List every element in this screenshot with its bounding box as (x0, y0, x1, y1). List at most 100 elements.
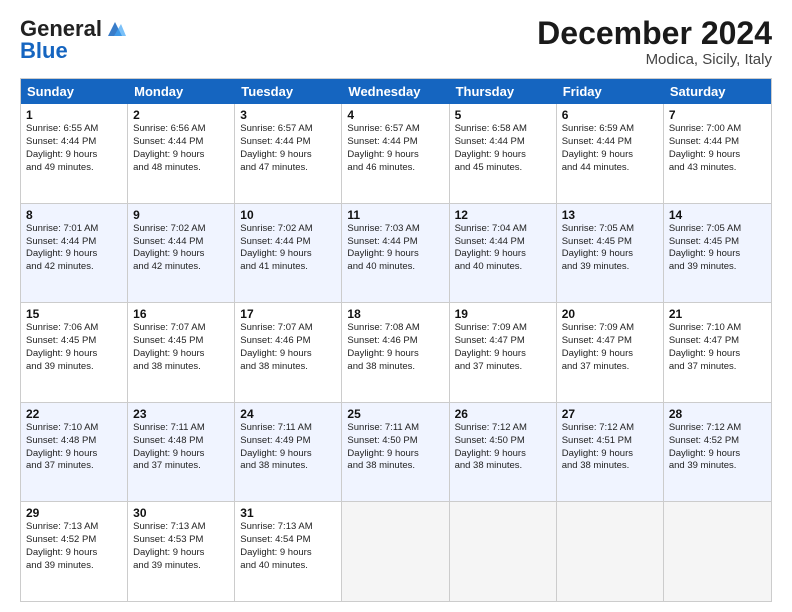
cell-line: Sunset: 4:44 PM (26, 236, 122, 249)
day-number: 7 (669, 108, 766, 122)
cell-line: Daylight: 9 hours (347, 448, 443, 461)
cell-line: Sunrise: 7:05 AM (669, 223, 766, 236)
cell-line: Sunset: 4:53 PM (133, 534, 229, 547)
day-number: 27 (562, 407, 658, 421)
day-number: 5 (455, 108, 551, 122)
cell-line: Sunrise: 7:12 AM (562, 422, 658, 435)
cell-line: and 38 minutes. (347, 460, 443, 473)
day-number: 26 (455, 407, 551, 421)
cell-line: and 46 minutes. (347, 162, 443, 175)
day-number: 17 (240, 307, 336, 321)
cell-line: Sunset: 4:45 PM (669, 236, 766, 249)
cell-line: Sunset: 4:44 PM (347, 236, 443, 249)
cell-line: Daylight: 9 hours (26, 248, 122, 261)
cell-line: Sunset: 4:44 PM (133, 136, 229, 149)
cell-line: Daylight: 9 hours (455, 149, 551, 162)
cell-line: and 37 minutes. (26, 460, 122, 473)
cell-line: and 42 minutes. (133, 261, 229, 274)
cell-line: and 43 minutes. (669, 162, 766, 175)
cell-line: Sunset: 4:49 PM (240, 435, 336, 448)
calendar-header: SundayMondayTuesdayWednesdayThursdayFrid… (21, 79, 771, 104)
cell-line: Sunrise: 7:06 AM (26, 322, 122, 335)
calendar-row-1: 8Sunrise: 7:01 AMSunset: 4:44 PMDaylight… (21, 203, 771, 303)
day-number: 24 (240, 407, 336, 421)
cell-line: and 38 minutes. (347, 361, 443, 374)
day-cell-11: 11Sunrise: 7:03 AMSunset: 4:44 PMDayligh… (342, 204, 449, 303)
cell-line: Sunrise: 7:07 AM (240, 322, 336, 335)
cell-line: Sunset: 4:47 PM (455, 335, 551, 348)
cell-line: Sunrise: 7:10 AM (26, 422, 122, 435)
day-cell-14: 14Sunrise: 7:05 AMSunset: 4:45 PMDayligh… (664, 204, 771, 303)
cell-line: and 38 minutes. (240, 361, 336, 374)
cell-line: Sunset: 4:44 PM (26, 136, 122, 149)
day-cell-1: 1Sunrise: 6:55 AMSunset: 4:44 PMDaylight… (21, 104, 128, 203)
cell-line: Sunset: 4:45 PM (133, 335, 229, 348)
cell-line: Daylight: 9 hours (133, 149, 229, 162)
cell-line: Sunrise: 7:03 AM (347, 223, 443, 236)
header-day-sunday: Sunday (21, 79, 128, 104)
cell-line: Sunrise: 7:10 AM (669, 322, 766, 335)
cell-line: Sunset: 4:47 PM (669, 335, 766, 348)
cell-line: Sunrise: 6:55 AM (26, 123, 122, 136)
day-cell-5: 5Sunrise: 6:58 AMSunset: 4:44 PMDaylight… (450, 104, 557, 203)
day-number: 1 (26, 108, 122, 122)
title-block: December 2024 Modica, Sicily, Italy (537, 16, 772, 68)
logo-blue: Blue (20, 38, 68, 64)
cell-line: Sunset: 4:52 PM (26, 534, 122, 547)
cell-line: Daylight: 9 hours (669, 149, 766, 162)
empty-cell (342, 502, 449, 601)
cell-line: Sunrise: 7:12 AM (455, 422, 551, 435)
cell-line: and 40 minutes. (455, 261, 551, 274)
day-cell-17: 17Sunrise: 7:07 AMSunset: 4:46 PMDayligh… (235, 303, 342, 402)
day-cell-3: 3Sunrise: 6:57 AMSunset: 4:44 PMDaylight… (235, 104, 342, 203)
header-day-wednesday: Wednesday (342, 79, 449, 104)
calendar-row-3: 22Sunrise: 7:10 AMSunset: 4:48 PMDayligh… (21, 402, 771, 502)
cell-line: Sunset: 4:44 PM (669, 136, 766, 149)
day-number: 3 (240, 108, 336, 122)
cell-line: Sunset: 4:51 PM (562, 435, 658, 448)
cell-line: Daylight: 9 hours (669, 248, 766, 261)
calendar-row-4: 29Sunrise: 7:13 AMSunset: 4:52 PMDayligh… (21, 501, 771, 601)
cell-line: and 38 minutes. (133, 361, 229, 374)
cell-line: Sunrise: 6:59 AM (562, 123, 658, 136)
logo: General Blue (20, 16, 126, 64)
cell-line: Sunset: 4:44 PM (562, 136, 658, 149)
calendar: SundayMondayTuesdayWednesdayThursdayFrid… (20, 78, 772, 602)
cell-line: Sunrise: 7:00 AM (669, 123, 766, 136)
cell-line: and 38 minutes. (562, 460, 658, 473)
cell-line: Sunrise: 7:11 AM (133, 422, 229, 435)
calendar-body: 1Sunrise: 6:55 AMSunset: 4:44 PMDaylight… (21, 104, 771, 601)
cell-line: Sunrise: 6:57 AM (240, 123, 336, 136)
day-cell-2: 2Sunrise: 6:56 AMSunset: 4:44 PMDaylight… (128, 104, 235, 203)
logo-icon (104, 18, 126, 40)
day-number: 19 (455, 307, 551, 321)
header-day-tuesday: Tuesday (235, 79, 342, 104)
cell-line: Sunrise: 7:13 AM (133, 521, 229, 534)
cell-line: Sunrise: 7:11 AM (240, 422, 336, 435)
cell-line: and 39 minutes. (669, 261, 766, 274)
cell-line: and 44 minutes. (562, 162, 658, 175)
cell-line: and 39 minutes. (133, 560, 229, 573)
day-cell-20: 20Sunrise: 7:09 AMSunset: 4:47 PMDayligh… (557, 303, 664, 402)
day-number: 15 (26, 307, 122, 321)
day-cell-7: 7Sunrise: 7:00 AMSunset: 4:44 PMDaylight… (664, 104, 771, 203)
day-cell-22: 22Sunrise: 7:10 AMSunset: 4:48 PMDayligh… (21, 403, 128, 502)
cell-line: and 37 minutes. (133, 460, 229, 473)
day-cell-6: 6Sunrise: 6:59 AMSunset: 4:44 PMDaylight… (557, 104, 664, 203)
day-cell-29: 29Sunrise: 7:13 AMSunset: 4:52 PMDayligh… (21, 502, 128, 601)
day-number: 23 (133, 407, 229, 421)
cell-line: Daylight: 9 hours (240, 149, 336, 162)
cell-line: Sunrise: 7:07 AM (133, 322, 229, 335)
cell-line: Daylight: 9 hours (26, 149, 122, 162)
cell-line: Sunset: 4:48 PM (133, 435, 229, 448)
cell-line: Daylight: 9 hours (347, 149, 443, 162)
day-cell-28: 28Sunrise: 7:12 AMSunset: 4:52 PMDayligh… (664, 403, 771, 502)
cell-line: Sunrise: 7:09 AM (455, 322, 551, 335)
cell-line: and 37 minutes. (562, 361, 658, 374)
header: General Blue December 2024 Modica, Sicil… (20, 16, 772, 68)
cell-line: Daylight: 9 hours (669, 448, 766, 461)
calendar-row-2: 15Sunrise: 7:06 AMSunset: 4:45 PMDayligh… (21, 302, 771, 402)
day-number: 25 (347, 407, 443, 421)
cell-line: Sunrise: 6:58 AM (455, 123, 551, 136)
cell-line: and 48 minutes. (133, 162, 229, 175)
